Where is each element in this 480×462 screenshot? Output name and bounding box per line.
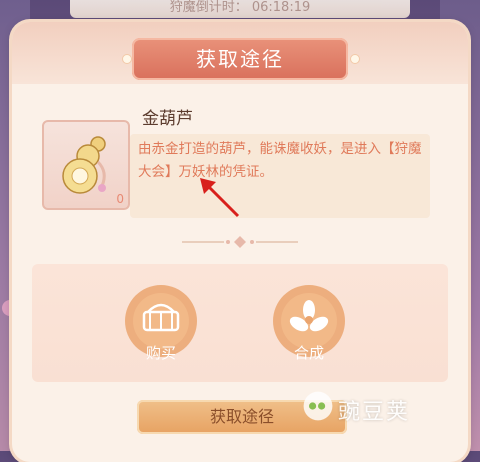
pea-logo-icon <box>303 391 333 421</box>
ornamental-divider <box>182 236 298 248</box>
watermark-text: 豌豆荚 <box>338 400 411 425</box>
description-box: 由赤金打造的葫芦，能诛魔收妖，是进入【狩魔大会】万妖林的凭证。 <box>130 134 430 218</box>
pearl-ornament <box>122 54 132 64</box>
hunt-countdown-timer: 狩魔倒计时： 06:18:19 <box>70 0 410 18</box>
source-craft-label: 合成 <box>293 344 324 362</box>
item-slot[interactable]: 0 <box>42 120 130 210</box>
pearl-ornament <box>350 54 360 64</box>
dialog-title-ribbon: 获取途径 <box>132 38 348 80</box>
red-arrow-annotation <box>200 178 240 218</box>
dialog-title: 获取途径 <box>196 47 284 71</box>
source-craft[interactable]: 合成 <box>270 282 348 378</box>
source-purchase-label: 购买 <box>145 344 176 362</box>
item-name: 金葫芦 <box>142 109 193 129</box>
source-purchase[interactable]: 购买 <box>122 282 200 378</box>
wandoujia-watermark: 豌豆荚 <box>300 382 460 432</box>
golden-gourd-icon <box>62 136 106 194</box>
acquisition-sources: 购买 合成 <box>32 264 448 382</box>
item-description: 由赤金打造的葫芦，能诛魔收妖，是进入【狩魔大会】万妖林的凭证。 <box>138 141 422 180</box>
item-count: 0 <box>116 192 124 206</box>
